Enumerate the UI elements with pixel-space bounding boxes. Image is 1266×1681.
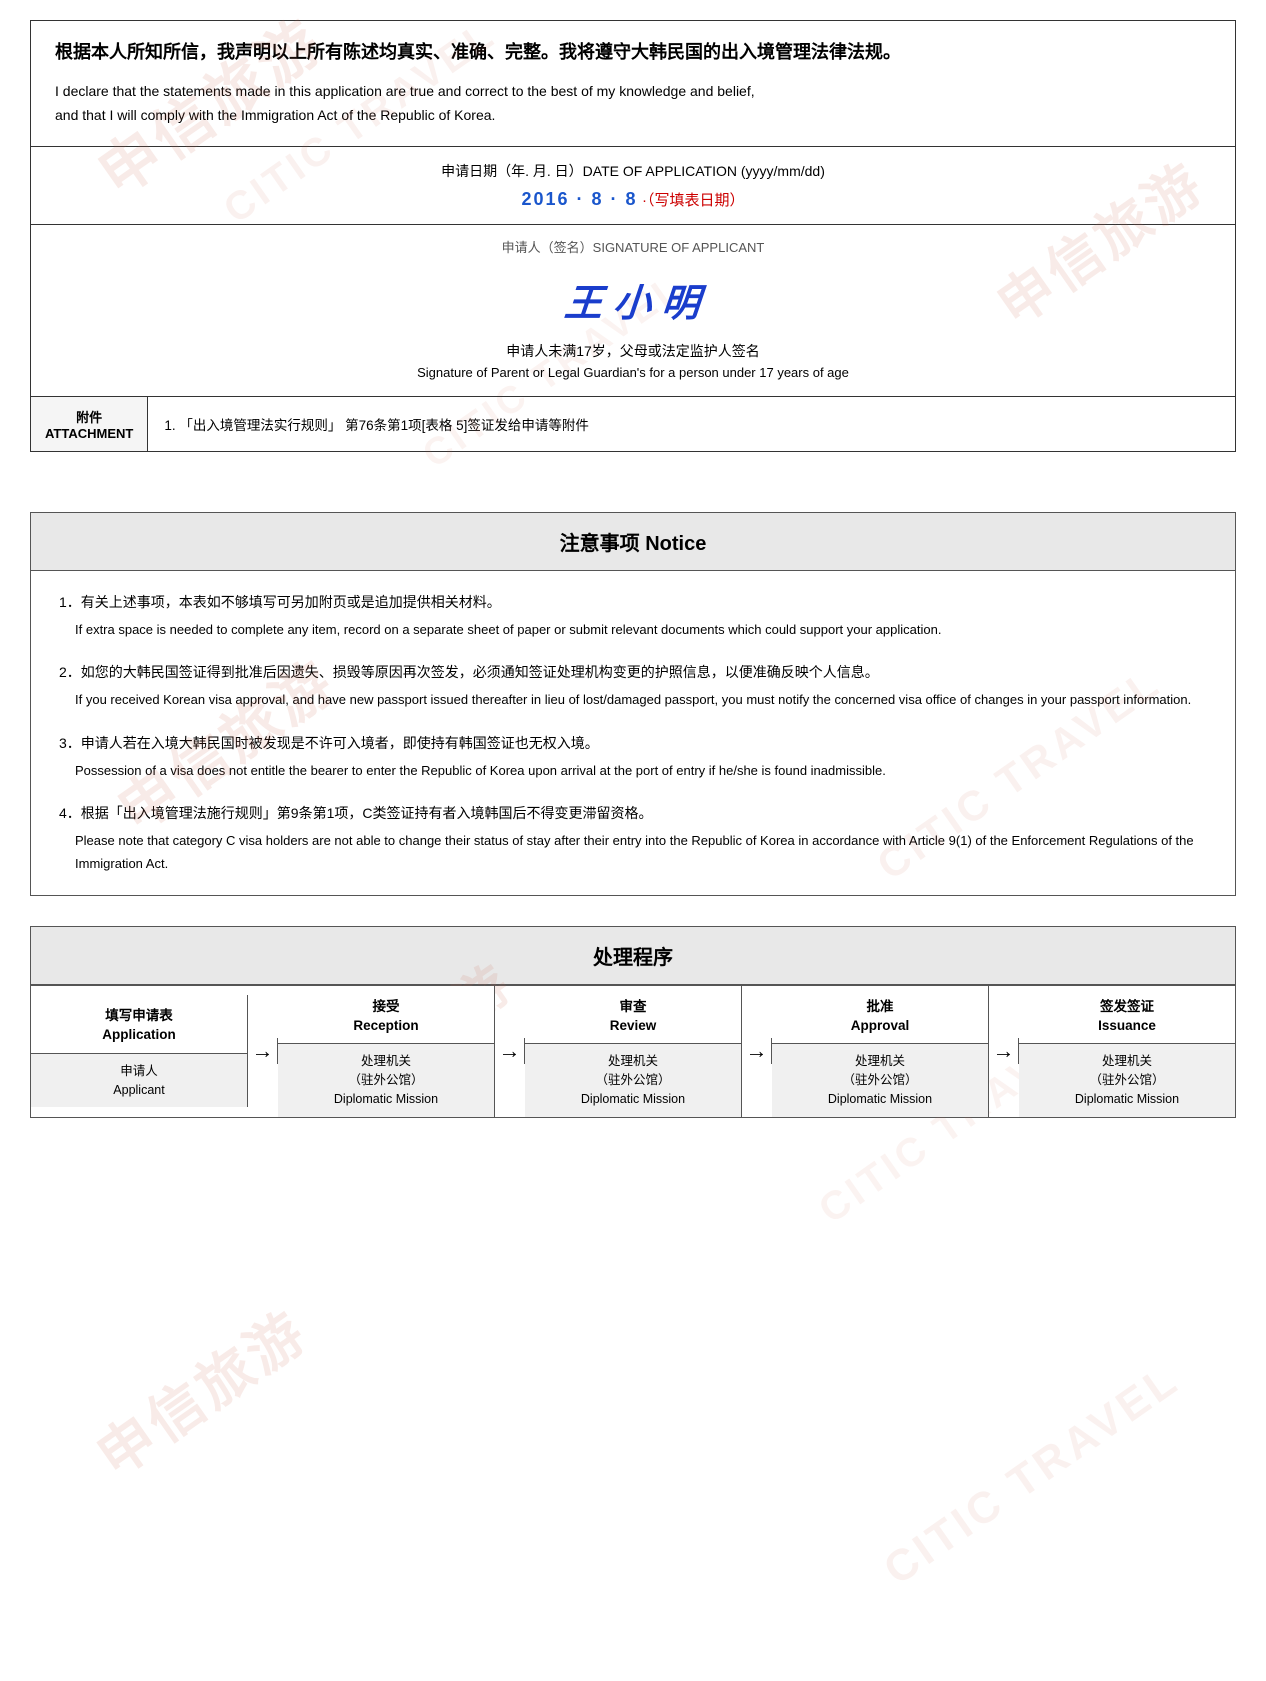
signature-label: 申请人（签名）SIGNATURE OF APPLICANT (55, 237, 1211, 256)
signature-image: 王 小 明 (563, 272, 703, 327)
date-value: 2016 · 8 · 8 ·（写填表日期） (55, 189, 1211, 210)
notice-item-4: 4．根据「出入境管理法施行规则」第9条第1项，C类签证持有者入境韩国后不得变更滞… (59, 802, 1207, 875)
process-step-2: 接受Reception处理机关（驻外公馆）Diplomatic Mission (278, 986, 495, 1117)
notice-box: 注意事项 Notice 1．有关上述事项，本表如不够填写可另加附页或是追加提供相… (30, 512, 1236, 896)
guardian-text-en: Signature of Parent or Legal Guardian's … (55, 365, 1211, 380)
notice-item-3: 3．申请人若在入境大韩民国时被发现是不许可入境者，即使持有韩国签证也无权入境。P… (59, 732, 1207, 782)
attachment-content: 1. 「出入境管理法实行规则」 第76条第1项[表格 5]签证发给申请等附件 (148, 397, 605, 451)
date-label: 申请日期（年. 月. 日）DATE OF APPLICATION (yyyy/m… (55, 161, 1211, 181)
notice-header: 注意事项 Notice (31, 513, 1235, 571)
signature-section: 申请人（签名）SIGNATURE OF APPLICANT 王 小 明 申请人未… (30, 225, 1236, 397)
date-section: 申请日期（年. 月. 日）DATE OF APPLICATION (yyyy/m… (30, 147, 1236, 225)
process-flow: 填写申请表Application申请人Applicant→接受Reception… (31, 985, 1235, 1117)
declaration-english: I declare that the statements made in th… (55, 80, 1211, 128)
notice-item-2: 2．如您的大韩民国签证得到批准后因遗失、损毁等原因再次签发，必须通知签证处理机构… (59, 661, 1207, 711)
declaration-chinese: 根据本人所知所信，我声明以上所有陈述均真实、准确、完整。我将遵守大韩民国的出入境… (55, 39, 1211, 66)
process-box: 处理程序 填写申请表Application申请人Applicant→接受Rece… (30, 926, 1236, 1118)
process-arrow-3: → (742, 1038, 772, 1064)
process-arrow-2: → (495, 1038, 525, 1064)
process-header: 处理程序 (31, 927, 1235, 985)
process-step-3: 审查Review处理机关（驻外公馆）Diplomatic Mission (525, 986, 742, 1117)
process-step-1: 填写申请表Application申请人Applicant (31, 995, 248, 1107)
attachment-label: 附件 ATTACHMENT (31, 397, 148, 451)
process-arrow-4: → (989, 1038, 1019, 1064)
process-step-5: 签发签证Issuance处理机关（驻外公馆）Diplomatic Mission (1019, 986, 1235, 1117)
process-step-4: 批准Approval处理机关（驻外公馆）Diplomatic Mission (772, 986, 989, 1117)
declaration-box: 根据本人所知所信，我声明以上所有陈述均真实、准确、完整。我将遵守大韩民国的出入境… (30, 20, 1236, 147)
attachment-section: 附件 ATTACHMENT 1. 「出入境管理法实行规则」 第76条第1项[表格… (30, 397, 1236, 452)
guardian-text-cn: 申请人未满17岁，父母或法定监护人签名 (55, 341, 1211, 361)
notice-item-1: 1．有关上述事项，本表如不够填写可另加附页或是追加提供相关材料。If extra… (59, 591, 1207, 641)
notice-body: 1．有关上述事项，本表如不够填写可另加附页或是追加提供相关材料。If extra… (31, 571, 1235, 895)
process-arrow-1: → (248, 1038, 278, 1064)
